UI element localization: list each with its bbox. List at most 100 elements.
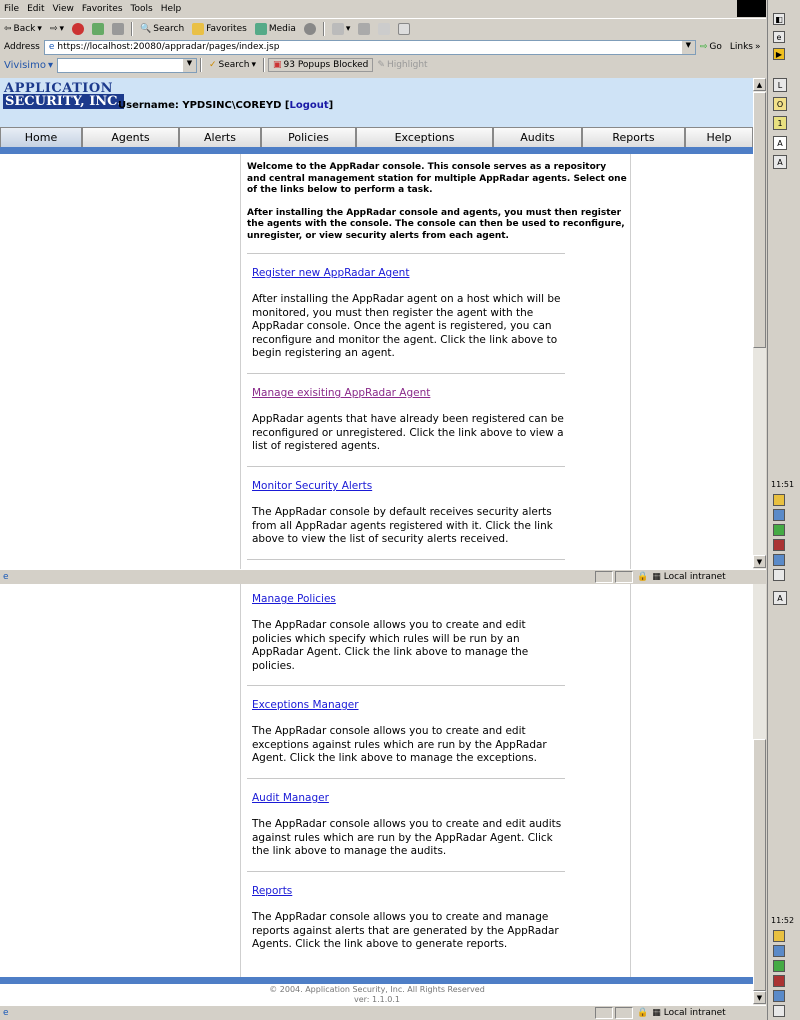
toolbar-search-button[interactable]: ✓ Search ▾ xyxy=(205,60,260,70)
scroll-down-icon[interactable]: ▼ xyxy=(753,555,766,568)
tray-icon[interactable] xyxy=(773,975,785,987)
scroll-thumb[interactable] xyxy=(753,92,766,348)
forward-button[interactable]: ⇨ ▾ xyxy=(46,24,68,34)
popups-blocked-button[interactable]: ▣ 93 Popups Blocked xyxy=(267,58,374,72)
tab-home[interactable]: Home xyxy=(0,127,82,147)
address-input[interactable]: e https://localhost:20080/appradar/pages… xyxy=(43,39,696,55)
taskbar-ie-icon[interactable]: e xyxy=(773,31,785,43)
reports-link[interactable]: Reports xyxy=(252,885,567,897)
task-monitor-alerts: Monitor Security Alerts The AppRadar con… xyxy=(252,480,567,547)
vivisimo-button[interactable]: Vivisimo ▾ xyxy=(0,60,57,71)
tray-icon[interactable] xyxy=(773,494,785,506)
page-icon: e xyxy=(48,42,55,52)
home-button[interactable] xyxy=(108,22,128,35)
status-zone: Local intranet xyxy=(663,571,726,582)
tab-policies[interactable]: Policies xyxy=(261,127,356,147)
taskbar-ie-window-icon[interactable]: A xyxy=(773,136,787,150)
tray-icon[interactable] xyxy=(773,960,785,972)
toolbar-search-input[interactable]: ▼ xyxy=(56,57,197,73)
links-button[interactable]: Links » xyxy=(726,42,765,52)
register-agent-link[interactable]: Register new AppRadar Agent xyxy=(252,267,567,279)
stop-button[interactable] xyxy=(68,22,88,35)
divider xyxy=(247,559,565,560)
tab-reports[interactable]: Reports xyxy=(582,127,685,147)
copyright-text: © 2004. Application Security, Inc. All R… xyxy=(269,985,485,994)
exceptions-manager-description: The AppRadar console allows you to creat… xyxy=(252,725,547,764)
menu-view[interactable]: View xyxy=(49,4,78,14)
welcome-intro: Welcome to the AppRadar console. This co… xyxy=(247,162,627,242)
monitor-alerts-link[interactable]: Monitor Security Alerts xyxy=(252,480,567,492)
tray-icon[interactable] xyxy=(773,1005,785,1017)
monitor-alerts-description: The AppRadar console by default receives… xyxy=(252,506,553,545)
task-reports: Reports The AppRadar console allows you … xyxy=(252,885,567,952)
logout-link[interactable]: Logout xyxy=(289,100,328,111)
tab-agents[interactable]: Agents xyxy=(82,127,179,147)
tray-icon[interactable] xyxy=(773,524,785,536)
favorites-button[interactable]: Favorites xyxy=(188,22,251,35)
discuss-button[interactable] xyxy=(394,22,414,35)
popup-blocker-icon: ▣ xyxy=(272,60,282,70)
exceptions-manager-link[interactable]: Exceptions Manager xyxy=(252,699,567,711)
search-button[interactable]: 🔍 Search xyxy=(136,24,188,34)
tray-network-icon[interactable] xyxy=(773,509,785,521)
tab-exceptions[interactable]: Exceptions xyxy=(356,127,493,147)
menu-help[interactable]: Help xyxy=(157,4,186,14)
tray-network-icon[interactable] xyxy=(773,945,785,957)
taskbar-window-icon[interactable]: L xyxy=(773,78,787,92)
taskbar-app-icon[interactable]: ◧ xyxy=(773,13,785,25)
scroll-thumb[interactable] xyxy=(753,739,766,991)
intranet-zone-icon: ▦ xyxy=(652,1007,661,1018)
address-label: Address xyxy=(4,42,40,52)
mail-button[interactable]: ▾ xyxy=(328,22,355,35)
tray-icon[interactable] xyxy=(773,990,785,1002)
tray-icon[interactable] xyxy=(773,569,785,581)
taskbar-media-icon[interactable]: ▶ xyxy=(773,48,785,60)
manage-policies-link[interactable]: Manage Policies xyxy=(252,593,567,605)
back-arrow-icon: ⇦ xyxy=(4,23,12,34)
back-button[interactable]: ⇦ Back ▾ xyxy=(0,24,46,34)
forward-arrow-icon: ⇨ xyxy=(49,23,58,34)
status-zone: Local intranet xyxy=(663,1007,726,1018)
menu-file[interactable]: File xyxy=(0,4,23,14)
taskbar-folder-icon[interactable]: O xyxy=(773,97,787,111)
menu-edit[interactable]: Edit xyxy=(23,4,48,14)
menu-favorites[interactable]: Favorites xyxy=(78,4,127,14)
taskbar-item-icon[interactable]: 1 xyxy=(773,116,787,130)
left-column-divider xyxy=(240,154,241,569)
search-icon: ✓ xyxy=(208,60,217,70)
vertical-scrollbar[interactable]: ▼ xyxy=(753,584,766,1005)
media-icon xyxy=(254,22,267,35)
edit-button[interactable] xyxy=(374,22,394,35)
tab-help[interactable]: Help xyxy=(685,127,753,147)
logo-line-2: Security, Inc. xyxy=(3,94,124,109)
menu-tools[interactable]: Tools xyxy=(127,4,157,14)
tray-icon[interactable] xyxy=(773,539,785,551)
address-dropdown-icon[interactable]: ▼ xyxy=(681,40,695,54)
vertical-scrollbar[interactable]: ▲ ▼ xyxy=(753,78,766,569)
print-button[interactable] xyxy=(354,22,374,35)
status-cell xyxy=(615,1006,633,1019)
nav-tabs: Home Agents Alerts Policies Exceptions A… xyxy=(0,127,753,147)
footer: © 2004. Application Security, Inc. All R… xyxy=(247,985,507,1005)
tab-audits[interactable]: Audits xyxy=(493,127,582,147)
manage-agent-description: AppRadar agents that have already been r… xyxy=(252,413,564,452)
tab-alerts[interactable]: Alerts xyxy=(179,127,261,147)
audit-manager-link[interactable]: Audit Manager xyxy=(252,792,567,804)
search-dropdown-icon[interactable]: ▼ xyxy=(182,58,196,72)
manage-agent-link[interactable]: Manage exisiting AppRadar Agent xyxy=(252,387,567,399)
intro-paragraph-1: Welcome to the AppRadar console. This co… xyxy=(247,162,627,195)
scroll-up-icon[interactable]: ▲ xyxy=(753,78,766,91)
tray-icon[interactable] xyxy=(773,554,785,566)
go-button[interactable]: ⇨ Go xyxy=(696,42,726,52)
history-button[interactable] xyxy=(300,22,320,35)
tray-icon[interactable] xyxy=(773,930,785,942)
highlight-button[interactable]: ✎ Highlight xyxy=(373,60,431,70)
taskbar-console-icon[interactable]: A xyxy=(773,591,787,605)
divider xyxy=(247,778,565,779)
task-register-agent: Register new AppRadar Agent After instal… xyxy=(252,267,567,361)
taskbar-console-icon[interactable]: A xyxy=(773,155,787,169)
scroll-down-icon[interactable]: ▼ xyxy=(753,991,766,1004)
media-button[interactable]: Media xyxy=(251,22,300,35)
header-band xyxy=(0,147,753,154)
refresh-button[interactable] xyxy=(88,22,108,35)
